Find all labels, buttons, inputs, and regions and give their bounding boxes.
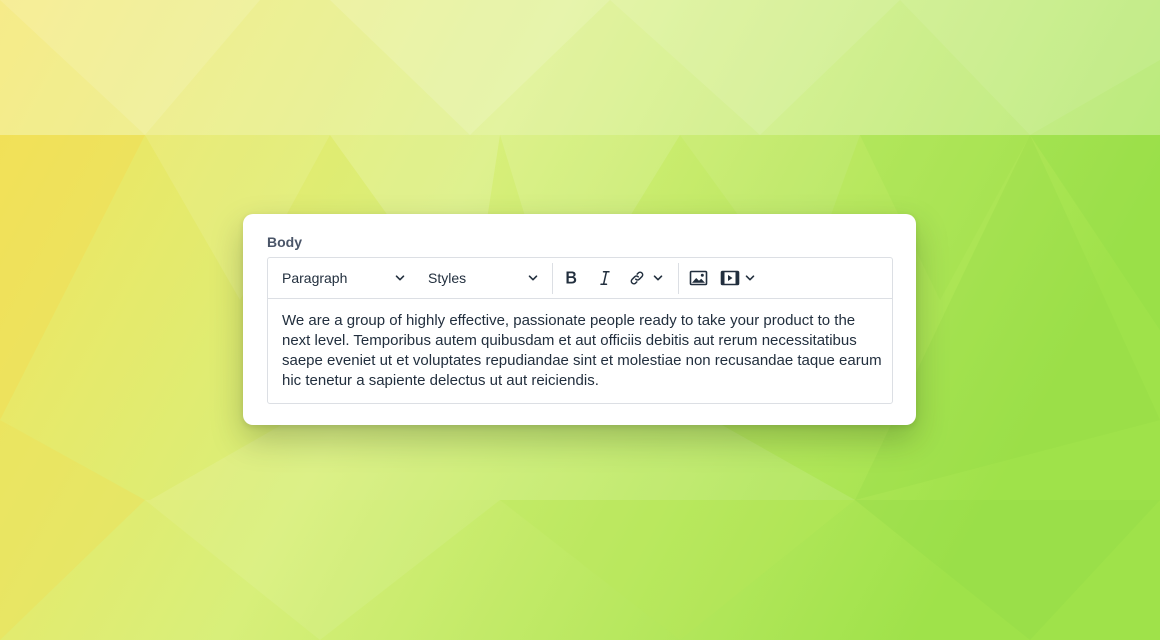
toolbar-divider — [552, 263, 553, 294]
block-format-dropdown[interactable]: Paragraph — [282, 258, 406, 298]
chevron-down-icon — [744, 272, 756, 284]
field-label: Body — [267, 234, 302, 250]
editor-toolbar: Paragraph Styles — [268, 258, 892, 299]
styles-dropdown[interactable]: Styles — [428, 258, 539, 298]
block-format-label: Paragraph — [282, 270, 348, 286]
link-button[interactable] — [628, 264, 670, 292]
italic-button[interactable] — [592, 264, 618, 292]
chevron-down-icon — [394, 272, 406, 284]
media-icon — [720, 269, 740, 287]
image-icon — [689, 269, 708, 287]
bold-icon — [562, 269, 580, 287]
editor-content[interactable]: We are a group of highly effective, pass… — [282, 311, 882, 391]
insert-media-button[interactable] — [720, 264, 764, 292]
italic-icon — [596, 269, 614, 287]
toolbar-divider — [678, 263, 679, 294]
rich-text-editor: Paragraph Styles We are a group of highl… — [267, 257, 893, 404]
link-icon — [628, 269, 646, 287]
editor-card: Body Paragraph Styles We are a group of … — [243, 214, 916, 425]
styles-label: Styles — [428, 270, 467, 286]
insert-image-button[interactable] — [685, 264, 711, 292]
chevron-down-icon — [527, 272, 539, 284]
chevron-down-icon — [652, 272, 664, 284]
bold-button[interactable] — [558, 264, 584, 292]
